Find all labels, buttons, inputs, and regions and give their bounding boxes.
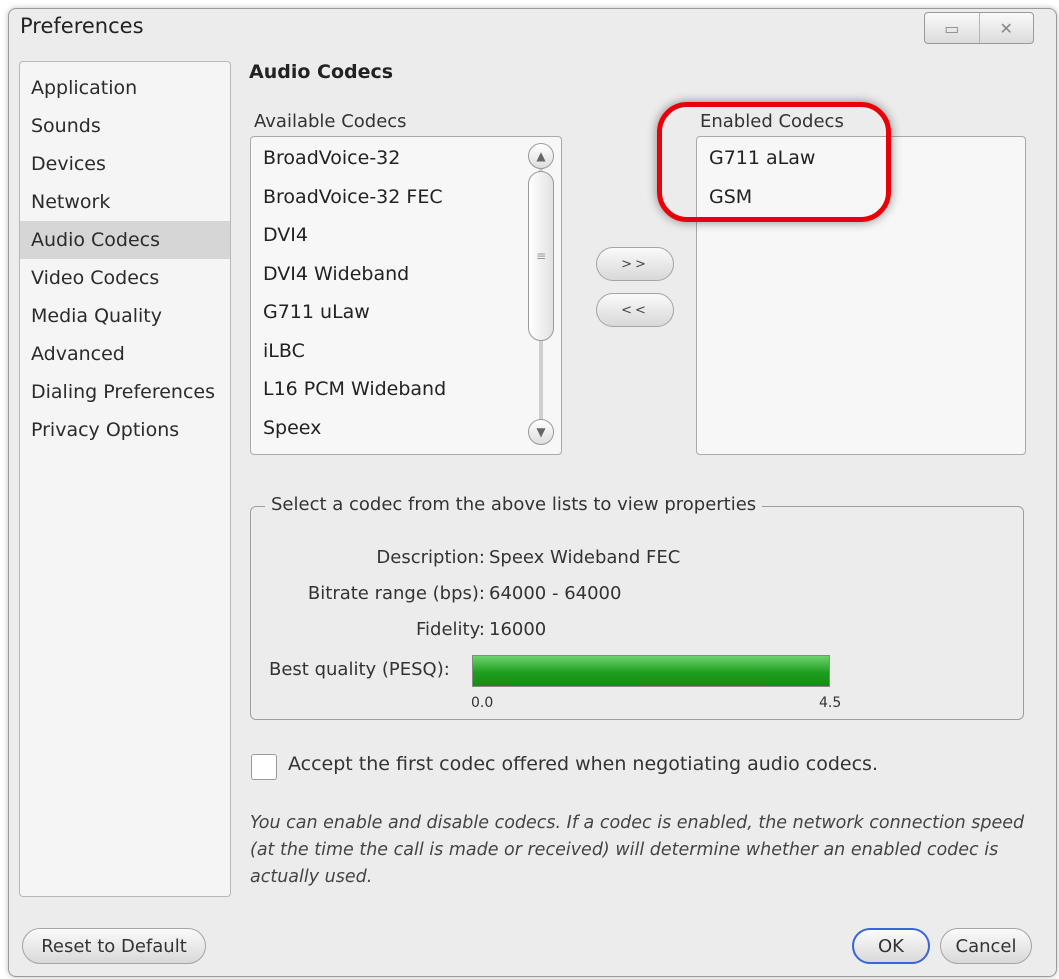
add-codec-button[interactable]: >> [596,247,674,281]
fidelity-value: 16000 [489,619,547,640]
properties-legend: Select a codec from the above lists to v… [265,494,763,515]
sidebar-item-audio-codecs[interactable]: Audio Codecs [20,221,230,259]
available-codecs-list[interactable]: BroadVoice-32 BroadVoice-32 FEC DVI4 DVI… [250,136,562,455]
bitrate-label: Bitrate range (bps): [307,583,485,604]
list-item[interactable]: GSM [697,178,1025,217]
codec-help-note: You can enable and disable codecs. If a … [250,813,1025,887]
scroll-up-icon[interactable]: ▲ [528,143,554,169]
sidebar-item-video-codecs[interactable]: Video Codecs [20,259,230,297]
sidebar-item-devices[interactable]: Devices [20,145,230,183]
quality-progress-bar [472,655,830,687]
list-item[interactable]: BroadVoice-32 [251,139,561,178]
list-item[interactable]: DVI4 Wideband [251,255,561,294]
sidebar: Application Sounds Devices Network Audio… [19,61,231,897]
cancel-button[interactable]: Cancel [940,928,1032,964]
close-icon: ✕ [999,18,1013,38]
sidebar-item-privacy-options[interactable]: Privacy Options [20,411,230,449]
sidebar-item-advanced[interactable]: Advanced [20,335,230,373]
description-row: Description: Speex Wideband FEC [251,547,680,568]
minimize-icon: ▭ [944,18,960,38]
minimize-button[interactable]: ▭ [925,13,979,43]
close-button[interactable]: ✕ [978,13,1034,43]
window-title: Preferences [20,14,144,38]
remove-codec-button[interactable]: << [596,293,674,327]
sidebar-item-application[interactable]: Application [20,69,230,107]
list-item[interactable]: BroadVoice-32 FEC [251,178,561,217]
codec-properties-group: Select a codec from the above lists to v… [250,494,1024,720]
list-item[interactable]: DVI4 [251,216,561,255]
ok-button[interactable]: OK [852,928,930,964]
list-item[interactable]: L16 PCM Wideband [251,370,561,409]
enabled-codecs-label: Enabled Codecs [700,111,844,132]
list-item[interactable]: G711 aLaw [697,139,1025,178]
list-item[interactable]: G711 uLaw [251,293,561,332]
enabled-codecs-list[interactable]: G711 aLaw GSM [696,136,1026,455]
grip-icon: ≡ [535,249,547,263]
quality-max-label: 4.5 [819,695,842,711]
sidebar-item-dialing-preferences[interactable]: Dialing Preferences [20,373,230,411]
quality-label: Best quality (PESQ): [269,659,450,680]
reset-to-default-button[interactable]: Reset to Default [22,928,206,964]
bitrate-value: 64000 - 64000 [489,583,622,604]
bitrate-row: Bitrate range (bps): 64000 - 64000 [251,583,622,604]
sidebar-item-media-quality[interactable]: Media Quality [20,297,230,335]
available-codecs-label: Available Codecs [254,111,407,132]
description-label: Description: [376,547,485,568]
sidebar-item-network[interactable]: Network [20,183,230,221]
list-item[interactable]: Speex [251,409,561,448]
sidebar-item-sounds[interactable]: Sounds [20,107,230,145]
description-value: Speex Wideband FEC [489,547,681,568]
fidelity-row: Fidelity: 16000 [251,619,546,640]
scroll-down-icon[interactable]: ▼ [528,419,554,445]
section-title: Audio Codecs [249,61,394,83]
accept-first-checkbox[interactable] [251,754,277,780]
scroll-thumb[interactable]: ≡ [528,171,554,341]
accept-first-label[interactable]: Accept the first codec offered when nego… [288,753,878,775]
quality-min-label: 0.0 [471,695,494,711]
list-item[interactable]: iLBC [251,332,561,371]
fidelity-label: Fidelity: [415,619,485,640]
window-controls: ▭ ✕ [924,12,1034,44]
quality-progress-fill [473,656,829,686]
available-scrollbar[interactable]: ▲ ≡ ▼ [528,143,554,445]
